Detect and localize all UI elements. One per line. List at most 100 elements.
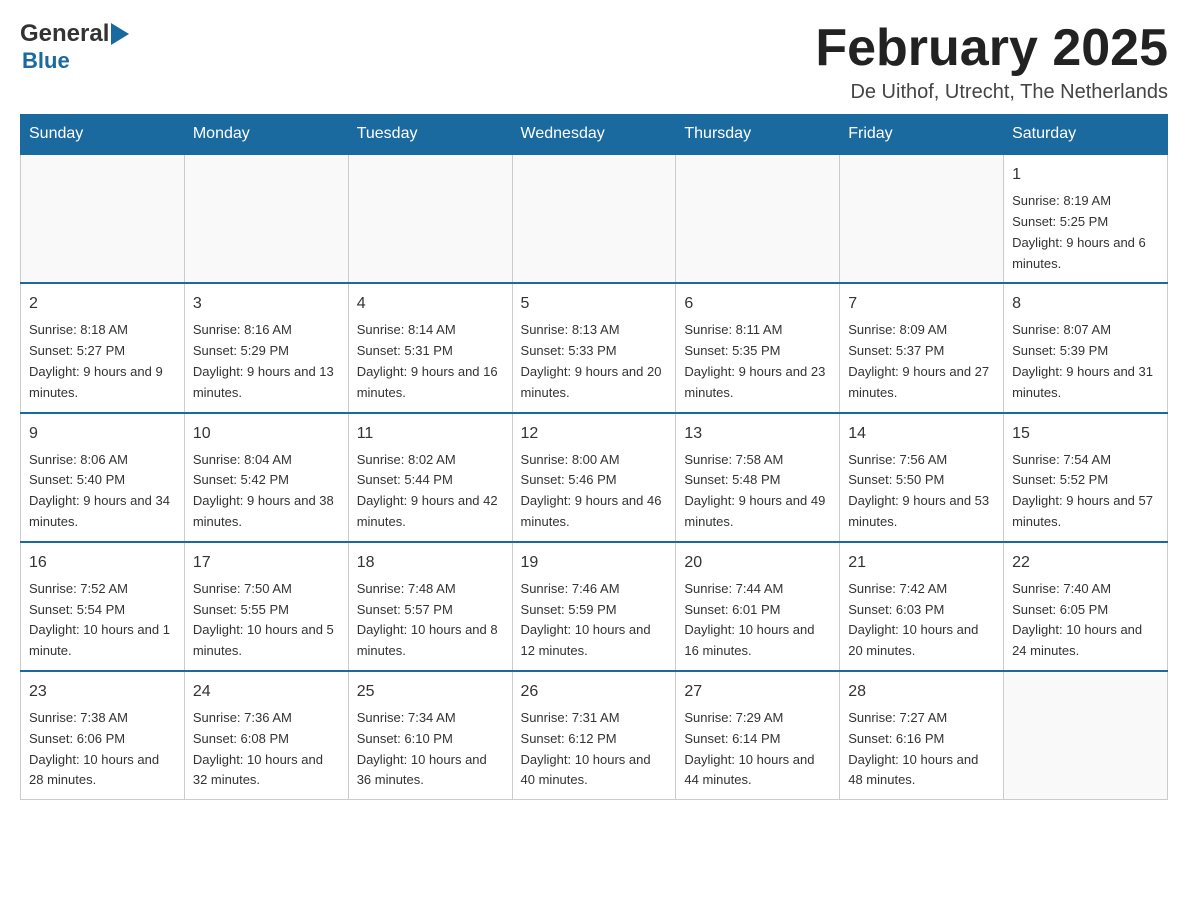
calendar-week-row: 9Sunrise: 8:06 AMSunset: 5:40 PMDaylight… bbox=[21, 413, 1168, 542]
calendar-day-cell: 3 Sunrise: 8:16 AMSunset: 5:29 PMDaylight… bbox=[184, 283, 348, 412]
calendar-day-cell: 8 Sunrise: 8:07 AMSunset: 5:39 PMDaylight… bbox=[1004, 283, 1168, 412]
day-number: 15 bbox=[1012, 422, 1159, 446]
logo-general-text: General bbox=[20, 20, 109, 48]
weekday-header-monday: Monday bbox=[184, 115, 348, 155]
day-number: 8 bbox=[1012, 292, 1159, 316]
calendar-day-cell: 5 Sunrise: 8:13 AMSunset: 5:33 PMDaylight… bbox=[512, 283, 676, 412]
logo: General Blue bbox=[20, 20, 131, 74]
calendar-day-cell bbox=[512, 154, 676, 283]
day-info: Sunrise: 8:09 AMSunset: 5:37 PMDaylight:… bbox=[848, 320, 995, 403]
day-number: 20 bbox=[684, 551, 831, 575]
day-info: Sunrise: 8:11 AMSunset: 5:35 PMDaylight:… bbox=[684, 320, 831, 403]
day-info: Sunrise: 7:56 AMSunset: 5:50 PMDaylight:… bbox=[848, 450, 995, 533]
day-info: Sunrise: 7:58 AMSunset: 5:48 PMDaylight:… bbox=[684, 450, 831, 533]
day-info: Sunrise: 8:14 AMSunset: 5:31 PMDaylight:… bbox=[357, 320, 504, 403]
weekday-header-sunday: Sunday bbox=[21, 115, 185, 155]
day-info: Sunrise: 8:00 AMSunset: 5:46 PMDaylight:… bbox=[521, 450, 668, 533]
calendar-table: SundayMondayTuesdayWednesdayThursdayFrid… bbox=[20, 114, 1168, 800]
day-info: Sunrise: 7:46 AMSunset: 5:59 PMDaylight:… bbox=[521, 579, 668, 662]
weekday-header-tuesday: Tuesday bbox=[348, 115, 512, 155]
logo-blue-text: Blue bbox=[22, 48, 70, 73]
day-info: Sunrise: 8:13 AMSunset: 5:33 PMDaylight:… bbox=[521, 320, 668, 403]
day-info: Sunrise: 7:48 AMSunset: 5:57 PMDaylight:… bbox=[357, 579, 504, 662]
day-number: 25 bbox=[357, 680, 504, 704]
day-number: 26 bbox=[521, 680, 668, 704]
day-info: Sunrise: 7:31 AMSunset: 6:12 PMDaylight:… bbox=[521, 708, 668, 791]
calendar-day-cell bbox=[1004, 671, 1168, 800]
day-number: 28 bbox=[848, 680, 995, 704]
calendar-day-cell: 4 Sunrise: 8:14 AMSunset: 5:31 PMDaylight… bbox=[348, 283, 512, 412]
day-number: 6 bbox=[684, 292, 831, 316]
weekday-header-thursday: Thursday bbox=[676, 115, 840, 155]
calendar-day-cell: 16 Sunrise: 7:52 AMSunset: 5:54 PMDayligh… bbox=[21, 542, 185, 671]
day-number: 3 bbox=[193, 292, 340, 316]
day-number: 18 bbox=[357, 551, 504, 575]
day-number: 19 bbox=[521, 551, 668, 575]
calendar-day-cell: 12 Sunrise: 8:00 AMSunset: 5:46 PMDayligh… bbox=[512, 413, 676, 542]
logo-flag-icon bbox=[111, 23, 129, 45]
day-number: 16 bbox=[29, 551, 176, 575]
calendar-day-cell: 25 Sunrise: 7:34 AMSunset: 6:10 PMDayligh… bbox=[348, 671, 512, 800]
day-number: 10 bbox=[193, 422, 340, 446]
calendar-week-row: 16 Sunrise: 7:52 AMSunset: 5:54 PMDayligh… bbox=[21, 542, 1168, 671]
day-info: Sunrise: 7:42 AMSunset: 6:03 PMDaylight:… bbox=[848, 579, 995, 662]
day-number: 22 bbox=[1012, 551, 1159, 575]
day-number: 7 bbox=[848, 292, 995, 316]
calendar-day-cell bbox=[184, 154, 348, 283]
day-info: Sunrise: 7:34 AMSunset: 6:10 PMDaylight:… bbox=[357, 708, 504, 791]
day-number: 4 bbox=[357, 292, 504, 316]
calendar-day-cell: 21 Sunrise: 7:42 AMSunset: 6:03 PMDayligh… bbox=[840, 542, 1004, 671]
day-number: 24 bbox=[193, 680, 340, 704]
weekday-header-saturday: Saturday bbox=[1004, 115, 1168, 155]
calendar-day-cell: 10 Sunrise: 8:04 AMSunset: 5:42 PMDayligh… bbox=[184, 413, 348, 542]
calendar-day-cell: 13Sunrise: 7:58 AMSunset: 5:48 PMDayligh… bbox=[676, 413, 840, 542]
day-info: Sunrise: 7:40 AMSunset: 6:05 PMDaylight:… bbox=[1012, 579, 1159, 662]
day-info: Sunrise: 8:19 AMSunset: 5:25 PMDaylight:… bbox=[1012, 191, 1159, 274]
calendar-day-cell: 23 Sunrise: 7:38 AMSunset: 6:06 PMDayligh… bbox=[21, 671, 185, 800]
calendar-day-cell: 15 Sunrise: 7:54 AMSunset: 5:52 PMDayligh… bbox=[1004, 413, 1168, 542]
day-number: 11 bbox=[357, 422, 504, 446]
logo-wordmark: General bbox=[20, 20, 131, 48]
calendar-day-cell bbox=[840, 154, 1004, 283]
day-info: Sunrise: 8:02 AMSunset: 5:44 PMDaylight:… bbox=[357, 450, 504, 533]
month-title: February 2025 bbox=[815, 20, 1168, 77]
day-info: Sunrise: 8:04 AMSunset: 5:42 PMDaylight:… bbox=[193, 450, 340, 533]
calendar-day-cell: 17Sunrise: 7:50 AMSunset: 5:55 PMDayligh… bbox=[184, 542, 348, 671]
day-info: Sunrise: 7:50 AMSunset: 5:55 PMDaylight:… bbox=[193, 579, 340, 662]
calendar-day-cell: 7 Sunrise: 8:09 AMSunset: 5:37 PMDaylight… bbox=[840, 283, 1004, 412]
weekday-header-friday: Friday bbox=[840, 115, 1004, 155]
weekday-header-wednesday: Wednesday bbox=[512, 115, 676, 155]
day-number: 23 bbox=[29, 680, 176, 704]
calendar-header: SundayMondayTuesdayWednesdayThursdayFrid… bbox=[21, 115, 1168, 155]
calendar-day-cell: 11 Sunrise: 8:02 AMSunset: 5:44 PMDayligh… bbox=[348, 413, 512, 542]
calendar-day-cell: 19 Sunrise: 7:46 AMSunset: 5:59 PMDayligh… bbox=[512, 542, 676, 671]
calendar-day-cell: 22 Sunrise: 7:40 AMSunset: 6:05 PMDayligh… bbox=[1004, 542, 1168, 671]
day-info: Sunrise: 8:16 AMSunset: 5:29 PMDaylight:… bbox=[193, 320, 340, 403]
day-number: 21 bbox=[848, 551, 995, 575]
calendar-day-cell: 6 Sunrise: 8:11 AMSunset: 5:35 PMDaylight… bbox=[676, 283, 840, 412]
day-number: 5 bbox=[521, 292, 668, 316]
calendar-day-cell: 2Sunrise: 8:18 AMSunset: 5:27 PMDaylight… bbox=[21, 283, 185, 412]
day-number: 14 bbox=[848, 422, 995, 446]
day-number: 27 bbox=[684, 680, 831, 704]
calendar-day-cell bbox=[348, 154, 512, 283]
day-number: 12 bbox=[521, 422, 668, 446]
page-header: General Blue February 2025 De Uithof, Ut… bbox=[20, 20, 1168, 104]
day-info: Sunrise: 8:07 AMSunset: 5:39 PMDaylight:… bbox=[1012, 320, 1159, 403]
day-number: 2 bbox=[29, 292, 176, 316]
calendar-week-row: 1Sunrise: 8:19 AMSunset: 5:25 PMDaylight… bbox=[21, 154, 1168, 283]
calendar-week-row: 2Sunrise: 8:18 AMSunset: 5:27 PMDaylight… bbox=[21, 283, 1168, 412]
title-block: February 2025 De Uithof, Utrecht, The Ne… bbox=[815, 20, 1168, 104]
calendar-day-cell: 24Sunrise: 7:36 AMSunset: 6:08 PMDayligh… bbox=[184, 671, 348, 800]
calendar-day-cell: 28 Sunrise: 7:27 AMSunset: 6:16 PMDayligh… bbox=[840, 671, 1004, 800]
day-info: Sunrise: 7:52 AMSunset: 5:54 PMDaylight:… bbox=[29, 579, 176, 662]
calendar-day-cell bbox=[676, 154, 840, 283]
calendar-day-cell: 27Sunrise: 7:29 AMSunset: 6:14 PMDayligh… bbox=[676, 671, 840, 800]
calendar-week-row: 23 Sunrise: 7:38 AMSunset: 6:06 PMDayligh… bbox=[21, 671, 1168, 800]
calendar-day-cell: 9Sunrise: 8:06 AMSunset: 5:40 PMDaylight… bbox=[21, 413, 185, 542]
day-info: Sunrise: 7:54 AMSunset: 5:52 PMDaylight:… bbox=[1012, 450, 1159, 533]
day-info: Sunrise: 7:27 AMSunset: 6:16 PMDaylight:… bbox=[848, 708, 995, 791]
calendar-day-cell: 14 Sunrise: 7:56 AMSunset: 5:50 PMDayligh… bbox=[840, 413, 1004, 542]
day-info: Sunrise: 7:38 AMSunset: 6:06 PMDaylight:… bbox=[29, 708, 176, 791]
calendar-day-cell: 18 Sunrise: 7:48 AMSunset: 5:57 PMDayligh… bbox=[348, 542, 512, 671]
